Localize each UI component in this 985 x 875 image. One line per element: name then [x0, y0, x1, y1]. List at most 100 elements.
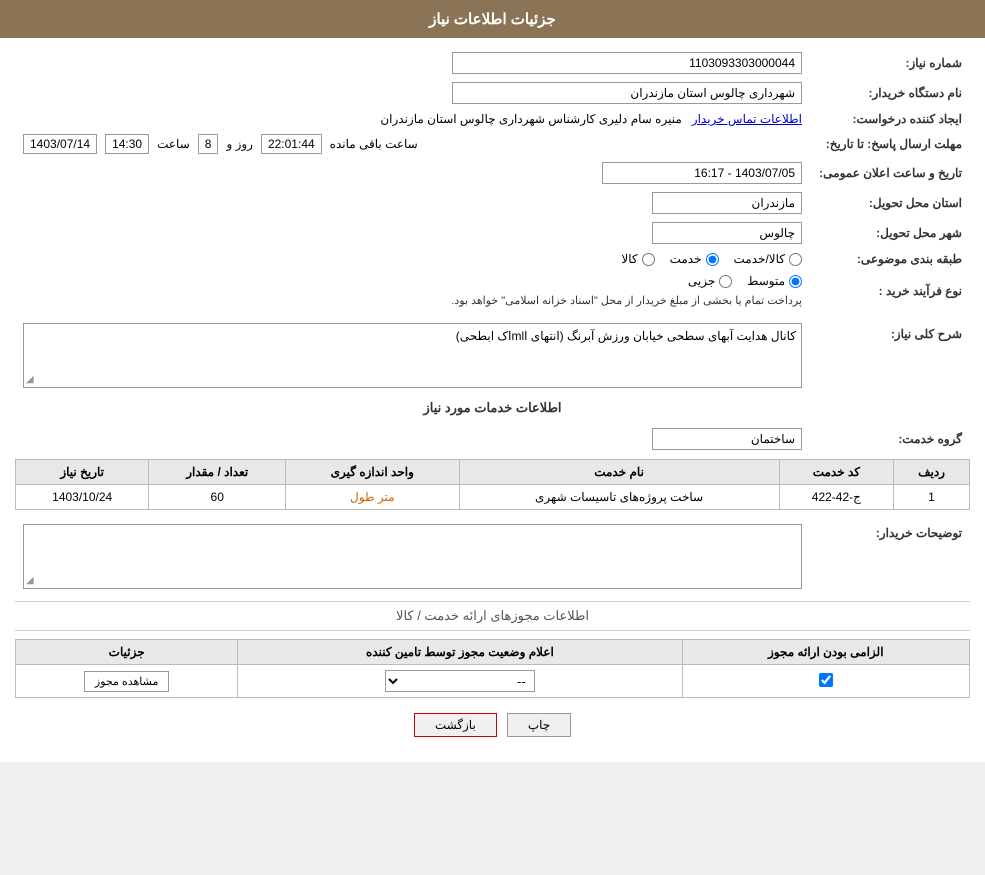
need-number-label: شماره نیاز:	[810, 48, 970, 78]
permits-section-divider: اطلاعات مجوزهای ارائه خدمت / کالا	[15, 601, 970, 631]
permit-required-cell	[682, 665, 969, 698]
process-note: پرداخت تمام یا بخشی از مبلغ خریدار از مح…	[451, 294, 802, 307]
buyer-notes-table: توضیحات خریدار: ◢	[15, 520, 970, 593]
permits-header-row: الزامی بودن ارائه مجوز اعلام وضعیت مجوز …	[16, 640, 970, 665]
category-option-khedmat[interactable]: خدمت	[670, 252, 719, 266]
deadline-time-box: 14:30	[105, 134, 149, 154]
province-row: استان محل تحویل: مازندران	[15, 188, 970, 218]
cell-service-name: ساخت پروژه‌های تاسیسات شهری	[459, 485, 779, 510]
process-option-jozi[interactable]: جزیی	[688, 274, 732, 288]
service-group-input: ساختمان	[652, 428, 802, 450]
buyer-notes-box[interactable]: ◢	[23, 524, 802, 589]
creator-contact-link[interactable]: اطلاعات تماس خریدار	[692, 112, 802, 126]
service-group-table: گروه خدمت: ساختمان	[15, 424, 970, 454]
deadline-days-box: 8	[198, 134, 219, 154]
deadline-remaining-box: 22:01:44	[261, 134, 322, 154]
back-button[interactable]: بازگشت	[414, 713, 497, 737]
deadline-label: مهلت ارسال پاسخ: تا تاریخ:	[810, 130, 970, 158]
col-permit-details: جزئیات	[16, 640, 238, 665]
permits-table: الزامی بودن ارائه مجوز اعلام وضعیت مجوز …	[15, 639, 970, 698]
permit-details-cell: مشاهده مجوز	[16, 665, 238, 698]
announce-input: 1403/07/05 - 16:17	[602, 162, 802, 184]
resize-handle-notes-icon: ◢	[26, 575, 34, 586]
city-input: چالوس	[652, 222, 802, 244]
category-options: کالا/خدمت خدمت کالا	[15, 248, 810, 270]
col-service-code: کد خدمت	[779, 460, 893, 485]
category-option-kala[interactable]: کالا	[621, 252, 654, 266]
province-value: مازندران	[15, 188, 810, 218]
buyer-notes-value: ◢	[15, 520, 810, 593]
page-header: جزئیات اطلاعات نیاز	[0, 0, 985, 38]
cell-date: 1403/10/24	[16, 485, 149, 510]
buyer-notes-label: توضیحات خریدار:	[810, 520, 970, 593]
col-unit: واحد اندازه گیری	[286, 460, 459, 485]
need-desc-value: کانال هدایت آبهای سطحی خیابان ورزش آبرنگ…	[15, 319, 810, 392]
buyer-org-value: شهرداری چالوس استان مازندران	[15, 78, 810, 108]
bottom-buttons: چاپ بازگشت	[15, 713, 970, 737]
permit-status-cell: --	[238, 665, 682, 698]
info-table: شماره نیاز: 1103093303000044 نام دستگاه …	[15, 48, 970, 311]
need-desc-row: شرح کلی نیاز: کانال هدایت آبهای سطحی خیا…	[15, 319, 970, 392]
services-header-row: ردیف کد خدمت نام خدمت واحد اندازه گیری ت…	[16, 460, 970, 485]
deadline-row: مهلت ارسال پاسخ: تا تاریخ: ساعت باقی مان…	[15, 130, 970, 158]
city-label: شهر محل تحویل:	[810, 218, 970, 248]
category-option-kala-khedmat[interactable]: کالا/خدمت	[734, 252, 802, 266]
category-label: طبقه بندی موضوعی:	[810, 248, 970, 270]
view-permit-button[interactable]: مشاهده مجوز	[84, 671, 169, 692]
print-button[interactable]: چاپ	[507, 713, 571, 737]
col-permit-status: اعلام وضعیت مجوز توسط تامین کننده	[238, 640, 682, 665]
services-data-row: 1 ج-42-422 ساخت پروژه‌های تاسیسات شهری م…	[16, 485, 970, 510]
announce-row: تاریخ و ساعت اعلان عمومی: 1403/07/05 - 1…	[15, 158, 970, 188]
announce-value: 1403/07/05 - 16:17	[15, 158, 810, 188]
cell-quantity: 60	[149, 485, 286, 510]
process-option-motavasset[interactable]: متوسط	[747, 274, 802, 288]
page-title: جزئیات اطلاعات نیاز	[429, 11, 556, 28]
page-wrapper: جزئیات اطلاعات نیاز شماره نیاز: 11030933…	[0, 0, 985, 762]
process-value: متوسط جزیی پرداخت تمام یا بخشی از مبلغ خ…	[15, 270, 810, 311]
creator-value: اطلاعات تماس خریدار منیره سام دلیری کارش…	[15, 108, 810, 130]
announce-label: تاریخ و ساعت اعلان عمومی:	[810, 158, 970, 188]
service-group-row: گروه خدمت: ساختمان	[15, 424, 970, 454]
cell-service-code: ج-42-422	[779, 485, 893, 510]
permit-status-select[interactable]: --	[385, 670, 535, 692]
buyer-org-row: نام دستگاه خریدار: شهرداری چالوس استان م…	[15, 78, 970, 108]
col-quantity: تعداد / مقدار	[149, 460, 286, 485]
deadline-time-label: ساعت	[157, 137, 190, 151]
need-desc-table: شرح کلی نیاز: کانال هدایت آبهای سطحی خیا…	[15, 319, 970, 392]
creator-row: ایجاد کننده درخواست: اطلاعات تماس خریدار…	[15, 108, 970, 130]
main-content: شماره نیاز: 1103093303000044 نام دستگاه …	[0, 38, 985, 762]
deadline-date-box: 1403/07/14	[23, 134, 97, 154]
cell-row-num: 1	[894, 485, 970, 510]
process-row: نوع فرآیند خرید : متوسط جزیی	[15, 270, 970, 311]
process-label: نوع فرآیند خرید :	[810, 270, 970, 311]
city-value: چالوس	[15, 218, 810, 248]
permit-row: -- مشاهده مجوز	[16, 665, 970, 698]
creator-label: ایجاد کننده درخواست:	[810, 108, 970, 130]
service-group-value: ساختمان	[15, 424, 810, 454]
buyer-notes-row: توضیحات خریدار: ◢	[15, 520, 970, 593]
category-row: طبقه بندی موضوعی: کالا/خدمت خدمت	[15, 248, 970, 270]
col-date: تاریخ نیاز	[16, 460, 149, 485]
services-section-title: اطلاعات خدمات مورد نیاز	[15, 400, 970, 416]
deadline-day-label: روز و	[226, 137, 253, 151]
need-desc-box: کانال هدایت آبهای سطحی خیابان ورزش آبرنگ…	[23, 323, 802, 388]
resize-handle-icon: ◢	[26, 374, 34, 385]
col-row-num: ردیف	[894, 460, 970, 485]
city-row: شهر محل تحویل: چالوس	[15, 218, 970, 248]
need-number-value: 1103093303000044	[15, 48, 810, 78]
deadline-remaining-label: ساعت باقی مانده	[330, 137, 418, 151]
service-group-label: گروه خدمت:	[810, 424, 970, 454]
need-number-input: 1103093303000044	[452, 52, 802, 74]
col-service-name: نام خدمت	[459, 460, 779, 485]
cell-unit: متر طول	[286, 485, 459, 510]
col-permit-required: الزامی بودن ارائه مجوز	[682, 640, 969, 665]
permit-required-checkbox[interactable]	[819, 673, 833, 687]
services-table: ردیف کد خدمت نام خدمت واحد اندازه گیری ت…	[15, 459, 970, 510]
need-desc-label: شرح کلی نیاز:	[810, 319, 970, 392]
deadline-value: ساعت باقی مانده 22:01:44 روز و 8 ساعت 14…	[15, 130, 810, 158]
buyer-org-input: شهرداری چالوس استان مازندران	[452, 82, 802, 104]
province-input: مازندران	[652, 192, 802, 214]
need-number-row: شماره نیاز: 1103093303000044	[15, 48, 970, 78]
buyer-org-label: نام دستگاه خریدار:	[810, 78, 970, 108]
province-label: استان محل تحویل:	[810, 188, 970, 218]
